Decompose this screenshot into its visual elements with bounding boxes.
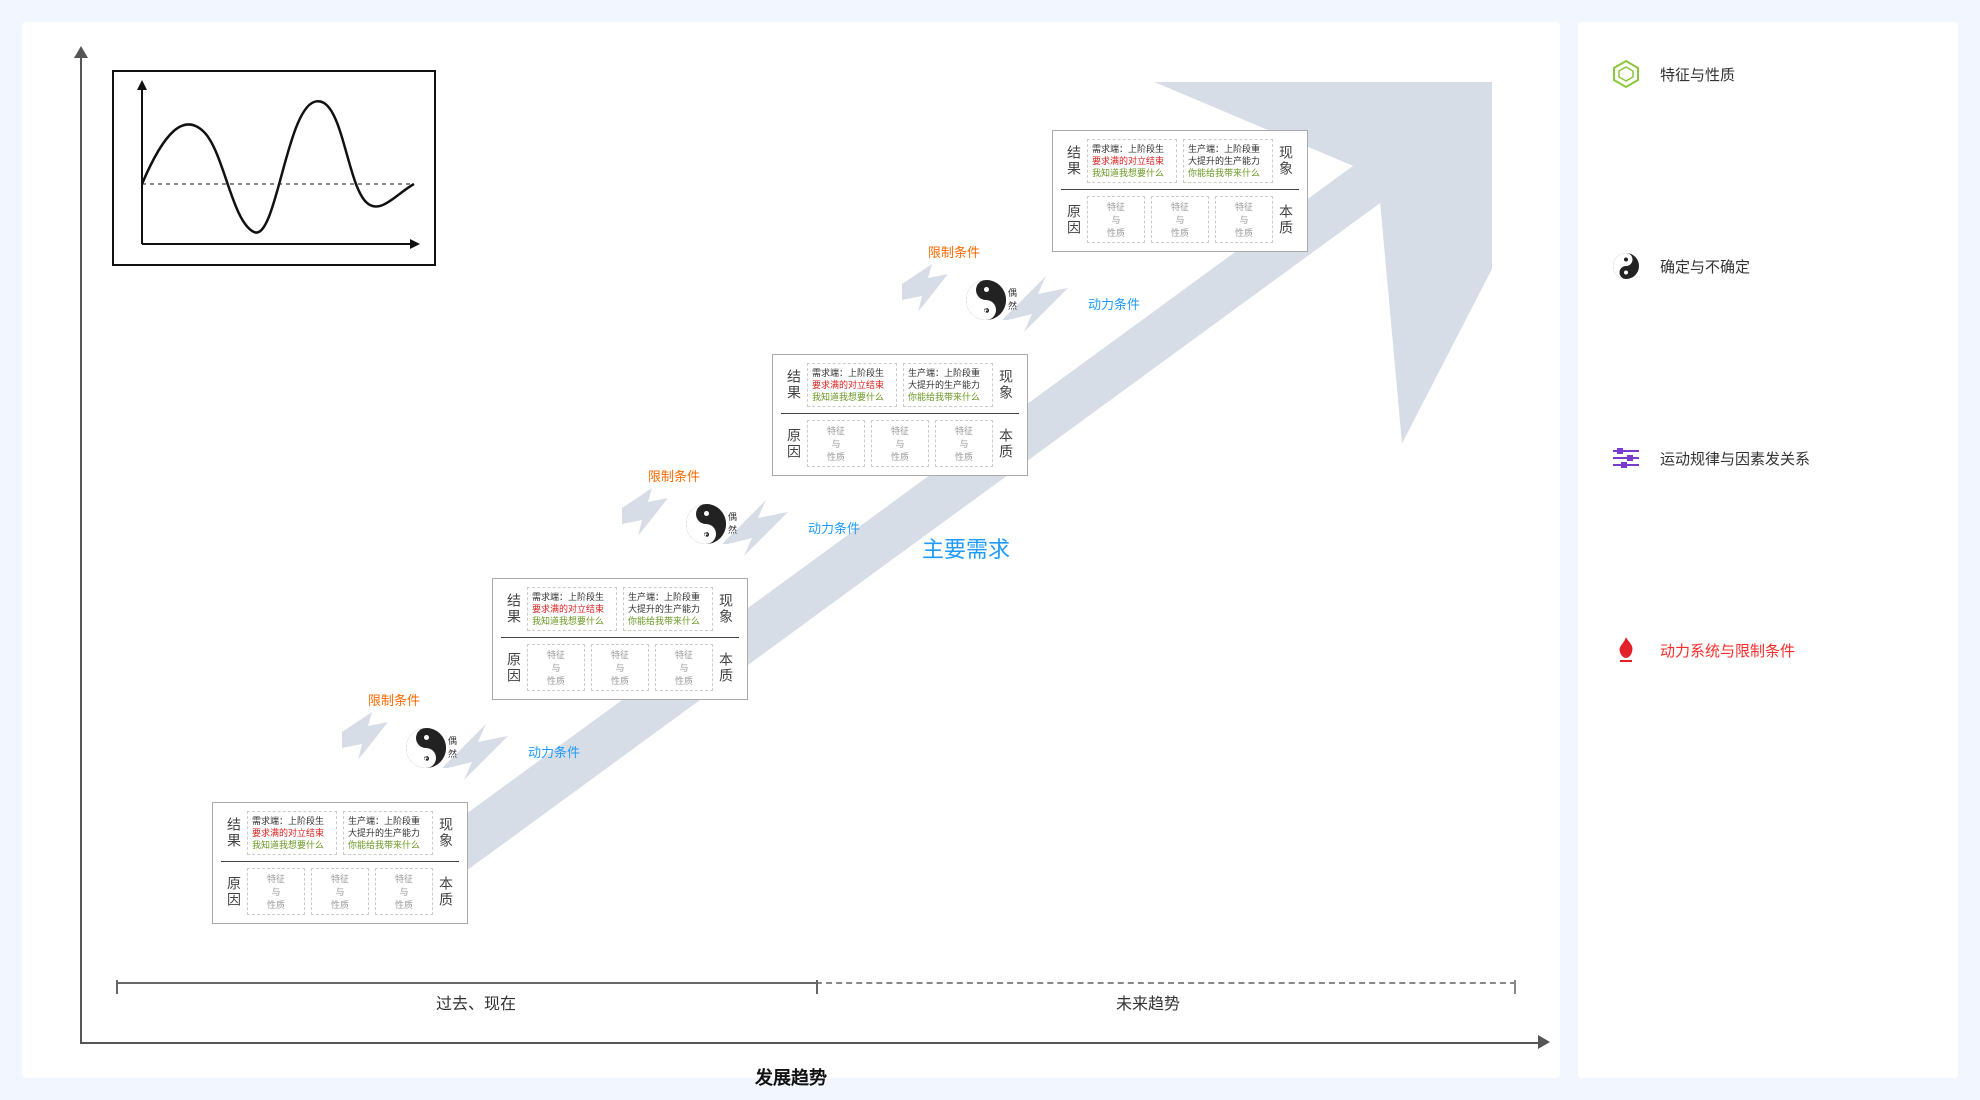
limit-condition-label: 限制条件 [648,466,700,485]
page-root: 发展趋势 过去、现在 未来趋势 [0,0,1980,1100]
x-axis-arrow-icon [1538,1035,1550,1049]
stage-cause-cell: 特征与性质 [935,420,993,467]
diagram-canvas: 发展趋势 过去、现在 未来趋势 [22,22,1560,1078]
stage-cause-cell: 特征与性质 [807,420,865,467]
legend-item-dynamic-system[interactable]: 动力系统与限制条件 [1610,634,1926,666]
stage-cause-cell: 特征与性质 [247,868,305,915]
legend-sidebar: 特征与性质 确定与不确定 运动规律与因素发关系 动力系统与限制条件 [1578,22,1958,1078]
stage-phenomenon-label: 现象 [993,363,1019,407]
legend-item-motion-law[interactable]: 运动规律与因素发关系 [1610,442,1926,474]
stage-demand-cell: 需求端：上阶段生要求满的对立结束我知道我想要什么 [807,363,897,407]
stage-connector: 限制条件 动力条件 必然 偶然 [332,682,652,812]
timeline-tick [1514,980,1516,994]
stage-supply-cell: 生产端：上阶段重大提升的生产能力你能给我带来什么 [623,587,713,631]
timeline-bracket: 过去、现在 未来趋势 [116,982,1516,1008]
stage-phenomenon-label: 现象 [713,587,739,631]
stage-phenomenon-label: 现象 [1273,139,1299,183]
stage-supply-cell: 生产端：上阶段重大提升的生产能力你能给我带来什么 [903,363,993,407]
main-demand-label: 主要需求 [922,532,1010,564]
y-axis-arrow-icon [74,46,88,58]
stage-supply-cell: 生产端：上阶段重 大提升的生产能力 你能给我带来什么 [343,811,433,855]
stage-phenomenon-label: 现象 [433,811,459,855]
stage-connector: 限制条件 动力条件 必然偶然 [892,234,1212,364]
yinyang-icon: 必然偶然 [686,504,726,544]
stage-demand-cell: 需求端：上阶段生要求满的对立结束我知道我想要什么 [1087,139,1177,183]
stage-cause-label: 原因 [781,420,807,467]
y-axis [80,52,82,1042]
stage-cause-cell: 特征与性质 [1215,196,1273,243]
stage-connector: 限制条件 动力条件 必然偶然 [612,458,932,588]
stage-essence-label: 本质 [993,420,1019,467]
legend-label: 运动规律与因素发关系 [1660,448,1810,469]
legend-label: 特征与性质 [1660,64,1735,85]
stage-supply-cell: 生产端：上阶段重大提升的生产能力你能给我带来什么 [1183,139,1273,183]
legend-item-certainty[interactable]: 确定与不确定 [1610,250,1926,282]
flame-icon [1610,634,1642,666]
stage-essence-label: 本质 [433,868,459,915]
stage-cause-label: 原因 [1061,196,1087,243]
timeline-label-future: 未来趋势 [1116,990,1180,1014]
x-axis [80,1042,1540,1044]
legend-item-features[interactable]: 特征与性质 [1610,58,1926,90]
timeline-tick [116,980,118,994]
stage-result-label: 结果 [781,363,807,407]
up-arrow-icon [892,264,952,334]
limit-condition-label: 限制条件 [368,690,420,709]
timeline-label-past: 过去、现在 [436,990,516,1014]
stage-demand-cell: 需求端：上阶段生 要求满的对立结束 我知道我想要什么 [247,811,337,855]
up-arrow-icon [612,488,672,558]
stage-cause-cell: 特征与性质 [871,420,929,467]
stage-cause-cell: 特征与性质 [655,644,713,691]
stage-cause-cell: 特征与性质 [375,868,433,915]
stage-card: 结果 需求端：上阶段生要求满的对立结束我知道我想要什么 生产端：上阶段重大提升的… [772,354,1028,476]
stage-demand-cell: 需求端：上阶段生要求满的对立结束我知道我想要什么 [527,587,617,631]
stage-card: 结果 需求端：上阶段生要求满的对立结束我知道我想要什么 生产端：上阶段重大提升的… [1052,130,1308,252]
sliders-icon [1610,442,1642,474]
stage-cause-cell: 特征与性质 [527,644,585,691]
stage-result-label: 结果 [501,587,527,631]
hexagon-icon [1610,58,1642,90]
yinyang-icon: 必然 偶然 [406,728,446,768]
x-axis-label: 发展趋势 [22,1064,1560,1090]
power-condition-label: 动力条件 [808,518,860,537]
stage-cause-cell: 特征与性质 [591,644,649,691]
stage-cause-cell: 特征与性质 [1087,196,1145,243]
yinyang-icon [1610,250,1642,282]
stage-cause-cell: 特征与性质 [311,868,369,915]
power-condition-label: 动力条件 [528,742,580,761]
legend-label: 确定与不确定 [1660,256,1750,277]
stage-card: 结果 需求端：上阶段生 要求满的对立结束 我知道我想要什么 生产端：上阶段重 大… [212,802,468,924]
stage-essence-label: 本质 [713,644,739,691]
stage-cause-label: 原因 [221,868,247,915]
legend-label: 动力系统与限制条件 [1660,640,1795,661]
timeline-tick [816,980,818,994]
stage-card: 结果 需求端：上阶段生要求满的对立结束我知道我想要什么 生产端：上阶段重大提升的… [492,578,748,700]
stage-result-label: 结果 [221,811,247,855]
power-condition-label: 动力条件 [1088,294,1140,313]
stage-cause-label: 原因 [501,644,527,691]
up-arrow-icon [332,712,392,782]
limit-condition-label: 限制条件 [928,242,980,261]
stage-essence-label: 本质 [1273,196,1299,243]
stage-result-label: 结果 [1061,139,1087,183]
stage-cause-cell: 特征与性质 [1151,196,1209,243]
yinyang-icon: 必然偶然 [966,280,1006,320]
